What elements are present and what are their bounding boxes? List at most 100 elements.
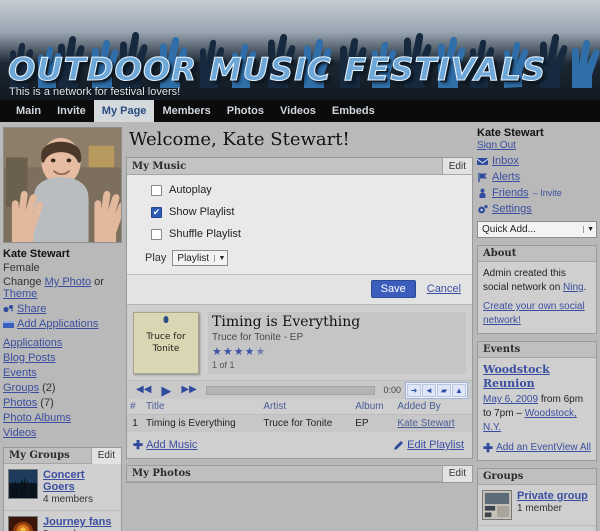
settings-link[interactable]: Settings — [492, 203, 532, 215]
main-navigation[interactable]: Main Invite My Page Members Photos Video… — [0, 100, 600, 122]
link-photos-text[interactable]: Photos — [3, 397, 37, 409]
option-shuffle-playlist[interactable]: Shuffle Playlist — [127, 228, 472, 250]
event-date-link[interactable]: May 6, 2009 — [483, 394, 538, 405]
ning-link[interactable]: Ning — [563, 282, 584, 293]
seek-slider[interactable] — [205, 385, 376, 395]
column-artist[interactable]: Artist — [260, 399, 353, 415]
up-icon[interactable]: ▲ — [452, 383, 466, 397]
add-event-row[interactable]: ✚ Add an Event — [483, 441, 556, 455]
volume-icon[interactable]: ◄ — [422, 383, 436, 397]
my-groups-edit-button[interactable]: Edit — [90, 447, 121, 464]
group-info: Journey fans 3 members — [43, 516, 111, 531]
link-photo-albums-text[interactable]: Photo Albums — [3, 412, 71, 424]
list-item[interactable]: Private group 1 member — [478, 485, 596, 526]
link-photo-albums[interactable]: Photo Albums — [3, 412, 122, 424]
add-applications-row[interactable]: Add Applications — [3, 318, 122, 330]
menu-item-settings[interactable]: Settings — [477, 203, 597, 215]
group-name-link[interactable]: Journey fans — [43, 516, 111, 528]
group-name-link[interactable]: Private group — [517, 490, 588, 502]
add-event-link[interactable]: Add an Event — [496, 441, 556, 455]
edit-playlist-row[interactable]: Edit Playlist — [393, 439, 464, 451]
add-music-link[interactable]: Add Music — [146, 439, 197, 451]
autoplay-label: Autoplay — [169, 184, 212, 196]
star-3-icon[interactable]: ★ — [234, 346, 245, 358]
link-blog-posts-text[interactable]: Blog Posts — [3, 352, 56, 364]
star-1-icon[interactable]: ★ — [212, 346, 223, 358]
show-playlist-checkbox[interactable] — [151, 206, 162, 218]
link-groups[interactable]: Groups (2) — [3, 382, 122, 394]
nav-item-invite[interactable]: Invite — [49, 100, 94, 122]
link-blog-posts[interactable]: Blog Posts — [3, 352, 122, 364]
play-icon[interactable]: ▶ — [156, 384, 176, 397]
link-applications[interactable]: Applications — [3, 337, 122, 349]
sign-out-row[interactable]: Sign Out — [477, 140, 597, 151]
link-events[interactable]: Events — [3, 367, 122, 379]
save-button[interactable]: Save — [370, 280, 416, 298]
column-number[interactable]: # — [127, 399, 143, 415]
link-videos[interactable]: Videos — [3, 427, 122, 439]
menu-item-inbox[interactable]: Inbox — [476, 155, 597, 167]
nav-item-main[interactable]: Main — [8, 100, 49, 122]
player-toolbar[interactable]: ➜ ◄ ▰ ▲ — [405, 381, 468, 399]
link-groups-text[interactable]: Groups — [3, 382, 39, 394]
link-applications-text[interactable]: Applications — [3, 337, 62, 349]
view-all-events-link[interactable]: View All — [556, 441, 591, 455]
album-art[interactable]: Truce for Tonite — [133, 312, 199, 374]
profile-photo[interactable] — [3, 127, 122, 243]
change-my-photo-link[interactable]: My Photo — [45, 276, 91, 288]
friends-link[interactable]: Friends — [492, 187, 529, 199]
option-autoplay[interactable]: Autoplay — [127, 184, 472, 206]
event-title-row[interactable]: Woodstock Reunion — [483, 363, 591, 391]
share-link[interactable]: Share — [17, 303, 46, 315]
star-5-icon[interactable]: ★ — [256, 346, 267, 358]
skip-forward-icon[interactable]: ▶▶ — [176, 385, 201, 395]
skip-back-icon[interactable]: ◀◀ — [131, 385, 156, 395]
share-row[interactable]: Share — [3, 303, 122, 315]
column-added-by[interactable]: Added By — [394, 399, 472, 415]
added-by-link[interactable]: Kate Stewart — [397, 418, 454, 429]
link-events-text[interactable]: Events — [3, 367, 37, 379]
star-4-icon[interactable]: ★ — [245, 346, 256, 358]
edit-playlist-link[interactable]: Edit Playlist — [407, 439, 464, 451]
nav-item-members[interactable]: Members — [154, 100, 218, 122]
star-2-icon[interactable]: ★ — [223, 346, 234, 358]
play-mode-select[interactable]: Playlist ▼ — [172, 250, 229, 266]
nav-item-my-page[interactable]: My Page — [93, 100, 155, 122]
sign-out-link[interactable]: Sign Out — [477, 140, 516, 151]
option-show-playlist[interactable]: Show Playlist — [127, 206, 472, 228]
rating-stars[interactable]: ★★★★★ — [212, 345, 466, 358]
menu-item-alerts[interactable]: Alerts — [477, 171, 597, 183]
create-network-link[interactable]: Create your own social network! — [483, 301, 585, 326]
quick-add-select[interactable]: Quick Add... ▼ — [477, 221, 597, 238]
alerts-link[interactable]: Alerts — [492, 171, 520, 183]
list-item[interactable]: Journey fans 3 members — [4, 511, 121, 531]
menu-item-friends[interactable]: Friends – Invite — [477, 187, 597, 199]
change-theme-link[interactable]: Theme — [3, 288, 37, 300]
cancel-button[interactable]: Cancel — [427, 283, 461, 295]
list-item[interactable]: Journey fans 3 members — [478, 526, 596, 531]
column-album[interactable]: Album — [352, 399, 395, 415]
shuffle-playlist-checkbox[interactable] — [151, 228, 162, 240]
comment-icon[interactable]: ▰ — [437, 383, 451, 397]
autoplay-checkbox[interactable] — [151, 184, 162, 196]
friends-invite-link[interactable]: – Invite — [533, 188, 562, 198]
event-title-link[interactable]: Woodstock Reunion — [483, 363, 550, 390]
link-photos[interactable]: Photos (7) — [3, 397, 122, 409]
my-photos-edit-button[interactable]: Edit — [441, 465, 472, 482]
add-music-row[interactable]: ✚ Add Music — [133, 438, 197, 452]
site-tagline: This is a network for festival lovers! — [9, 86, 181, 98]
track-album: Truce for Tonite - EP — [212, 332, 304, 343]
nav-item-photos[interactable]: Photos — [219, 100, 272, 122]
group-name-link[interactable]: Concert Goers — [43, 469, 85, 493]
link-videos-text[interactable]: Videos — [3, 427, 36, 439]
playback-time: 0:00 — [383, 385, 401, 395]
inbox-link[interactable]: Inbox — [492, 155, 519, 167]
nav-item-embeds[interactable]: Embeds — [324, 100, 383, 122]
my-music-edit-button[interactable]: Edit — [441, 158, 472, 174]
list-item[interactable]: Concert Goers 4 members — [4, 464, 121, 511]
share-icon[interactable]: ➜ — [407, 383, 421, 397]
add-applications-link[interactable]: Add Applications — [17, 318, 98, 330]
nav-item-videos[interactable]: Videos — [272, 100, 324, 122]
column-title[interactable]: Title — [143, 399, 261, 415]
table-row[interactable]: 1 Timing is Everything Truce for Tonite … — [127, 414, 472, 432]
